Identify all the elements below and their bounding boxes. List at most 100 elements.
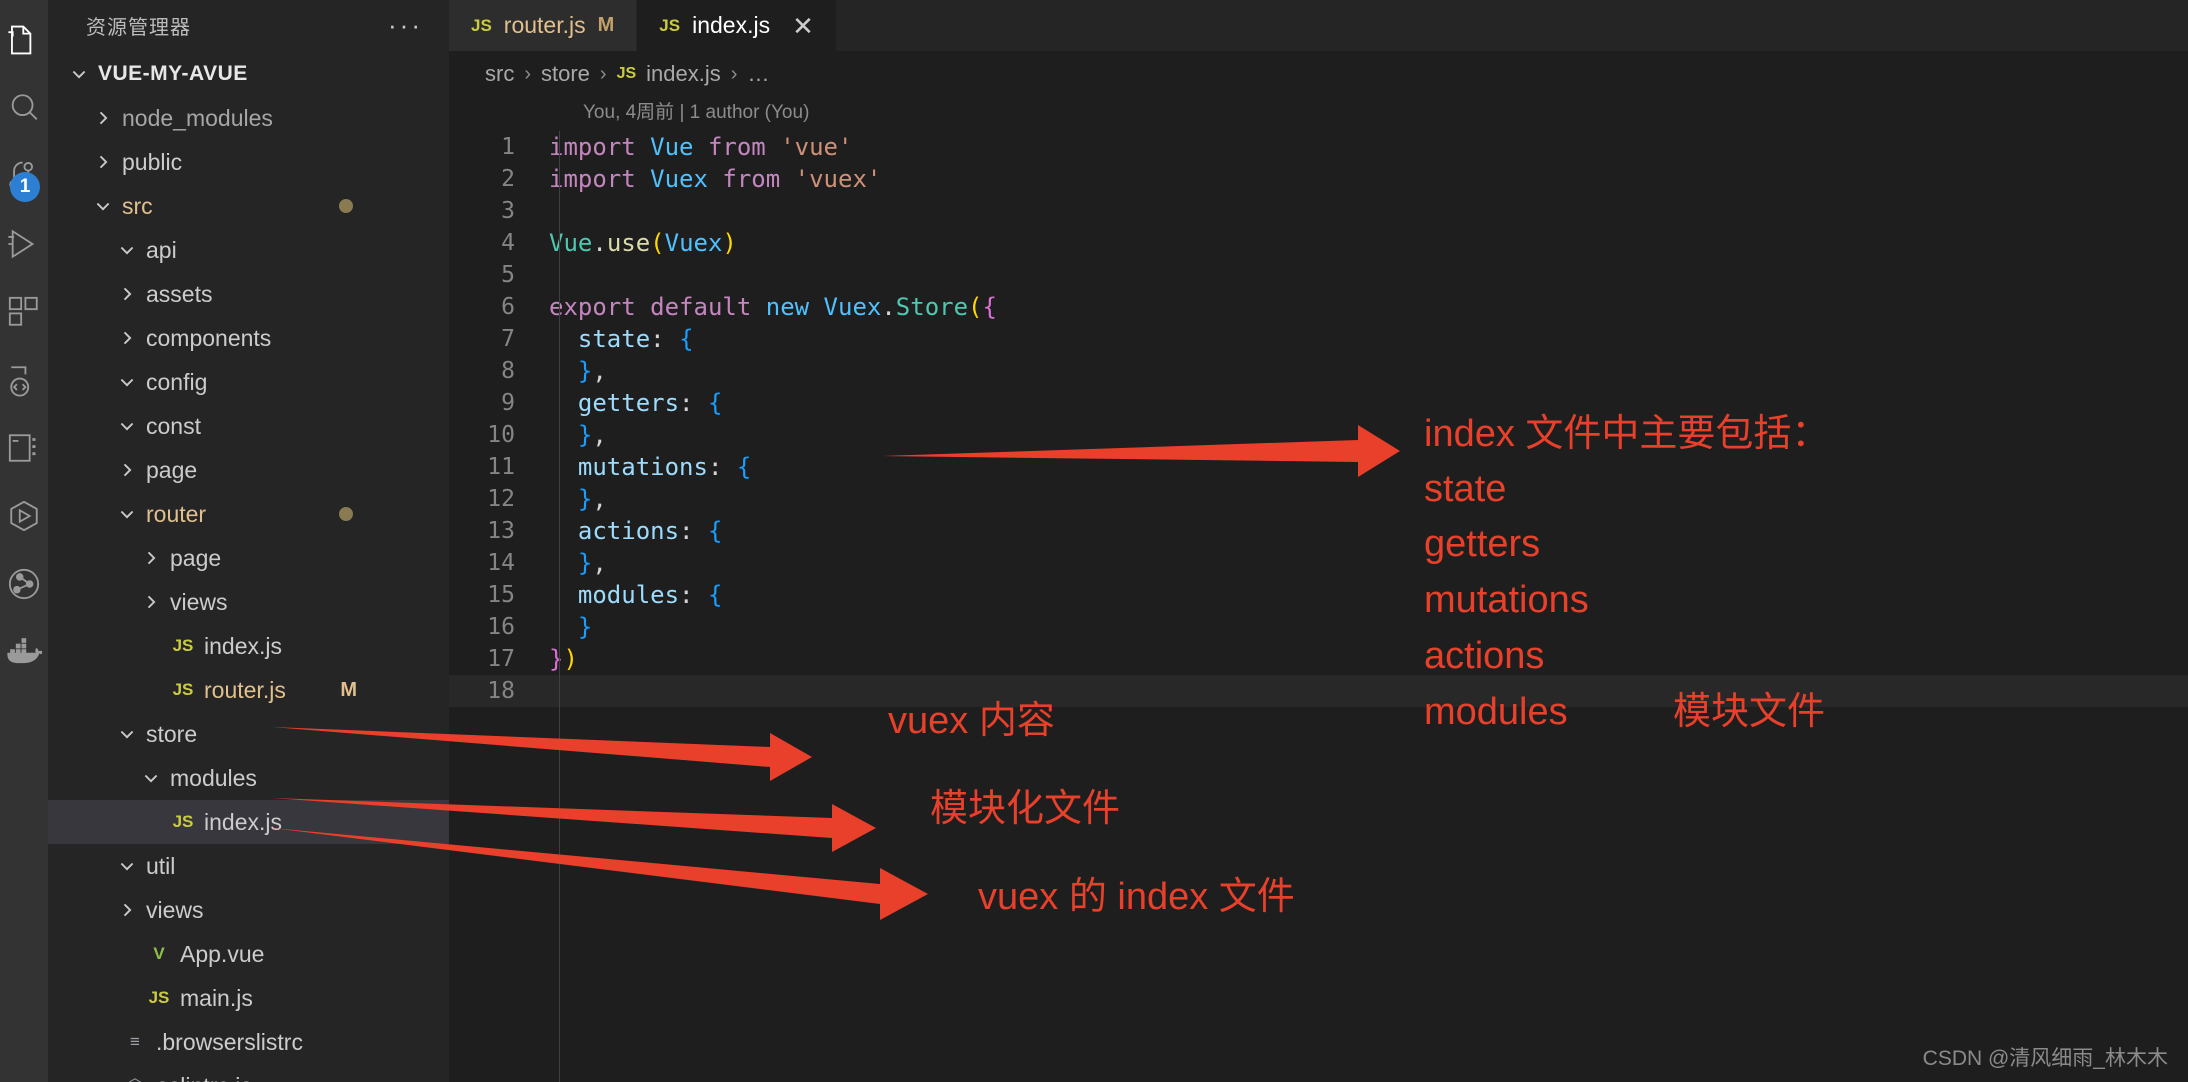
close-icon[interactable]: ✕	[792, 13, 814, 39]
more-actions-icon[interactable]: ···	[388, 12, 423, 38]
code-line[interactable]: 3	[449, 195, 2188, 227]
code-editor[interactable]: 1 import Vue from 'vue' 2 import Vuex from …	[449, 131, 2188, 1082]
code-line[interactable]: 8 },	[449, 355, 2188, 387]
tree-item-api[interactable]: api	[48, 228, 449, 272]
chevron-down-icon[interactable]	[136, 768, 166, 788]
code-token: :	[650, 325, 680, 353]
tree-item-eslintrc-js[interactable]: ⬡eslintrc.js	[48, 1064, 449, 1082]
code-line[interactable]: 14 },	[449, 547, 2188, 579]
docker-icon[interactable]	[0, 618, 48, 686]
code-line[interactable]: 2 import Vuex from 'vuex'	[449, 163, 2188, 195]
code-line[interactable]: 9 getters: {	[449, 387, 2188, 419]
chevron-right-icon[interactable]	[136, 548, 166, 568]
code-line[interactable]: 13 actions: {	[449, 515, 2188, 547]
line-number: 10	[487, 422, 515, 448]
chevron-right-icon[interactable]	[112, 328, 142, 348]
editor-tab-router-js[interactable]: JS router.js M	[449, 0, 638, 51]
chevron-right-icon[interactable]	[112, 900, 142, 920]
tree-item-router[interactable]: router	[48, 492, 449, 536]
tree-item-config[interactable]: config	[48, 360, 449, 404]
line-content: }	[549, 611, 592, 643]
tree-item--browserslistrc[interactable]: ≡ .browserslistrc	[48, 1020, 449, 1064]
chevron-right-icon[interactable]	[112, 284, 142, 304]
tree-item-main-js[interactable]: JS main.js	[48, 976, 449, 1020]
chevron-down-icon[interactable]	[112, 504, 142, 524]
code-token: modules	[549, 581, 680, 609]
editor-tabs[interactable]: JS router.js M JS index.js ✕	[449, 0, 2188, 51]
code-token: .	[881, 293, 896, 321]
chevron-down-icon[interactable]	[112, 724, 142, 744]
code-line[interactable]: 15 modules: {	[449, 579, 2188, 611]
tree-item-index-js[interactable]: JS index.js	[48, 800, 449, 844]
code-line[interactable]: 5	[449, 259, 2188, 291]
notebook-icon[interactable]	[0, 414, 48, 482]
tree-item-store[interactable]: store	[48, 712, 449, 756]
tree-item-app-vue[interactable]: V App.vue	[48, 932, 449, 976]
tree-item-views[interactable]: views	[48, 580, 449, 624]
editor-area: JS router.js M JS index.js ✕ src › store › JS inde…	[449, 0, 2188, 1082]
explorer-icon[interactable]	[0, 6, 48, 74]
breadcrumb-part[interactable]: store	[541, 61, 590, 87]
run-and-debug-icon[interactable]	[0, 210, 48, 278]
code-line[interactable]: 18	[449, 675, 2188, 707]
code-token: .	[592, 229, 607, 257]
chevron-down-icon[interactable]	[112, 416, 142, 436]
search-icon[interactable]	[0, 74, 48, 142]
code-token: new	[765, 293, 824, 321]
tree-item-util[interactable]: util	[48, 844, 449, 888]
annotation-modular-file: 模块化文件	[930, 788, 1121, 830]
code-line[interactable]: 17})	[449, 643, 2188, 675]
hexagon-play-icon[interactable]	[0, 482, 48, 550]
code-line[interactable]: 12 },	[449, 483, 2188, 515]
breadcrumb-part[interactable]: …	[747, 61, 769, 87]
chevron-right-icon[interactable]	[112, 460, 142, 480]
chevron-down-icon[interactable]	[64, 64, 94, 84]
code-token: Vuex	[823, 293, 882, 321]
chevron-down-icon[interactable]	[112, 372, 142, 392]
file-tree[interactable]: VUE-MY-AVUE node_modules public src api asset…	[48, 50, 449, 1082]
tree-item-views[interactable]: views	[48, 888, 449, 932]
tree-item-src[interactable]: src	[48, 184, 449, 228]
breadcrumb-part[interactable]: index.js	[646, 61, 721, 87]
code-line[interactable]: 1 import Vue from 'vue'	[449, 131, 2188, 163]
js-file-icon: JS	[148, 988, 170, 1007]
tree-item-const[interactable]: const	[48, 404, 449, 448]
chevron-down-icon[interactable]	[112, 856, 142, 876]
tree-item-page[interactable]: page	[48, 448, 449, 492]
tree-item-label: api	[146, 236, 177, 263]
tree-item-node-modules[interactable]: node_modules	[48, 96, 449, 140]
tree-item-components[interactable]: components	[48, 316, 449, 360]
tree-item-assets[interactable]: assets	[48, 272, 449, 316]
chevron-right-icon[interactable]	[136, 592, 166, 612]
code-token: }	[549, 357, 593, 385]
code-line[interactable]: 6 export default new Vuex.Store({	[449, 291, 2188, 323]
breadcrumb[interactable]: src › store › JS index.js ›…	[449, 51, 2188, 97]
code-line[interactable]: 7 state: {	[449, 323, 2188, 355]
code-token: Vuex	[650, 165, 723, 193]
chevron-down-icon[interactable]	[112, 240, 142, 260]
share-nodes-icon[interactable]	[0, 550, 48, 618]
chevron-down-icon[interactable]	[88, 196, 118, 216]
tree-item-public[interactable]: public	[48, 140, 449, 184]
code-line[interactable]: 16 }	[449, 611, 2188, 643]
tree-item-router-js[interactable]: JS router.js M	[48, 668, 449, 712]
tree-item-modules[interactable]: modules	[48, 756, 449, 800]
source-control-icon[interactable]: 1	[0, 142, 48, 210]
tree-item-page[interactable]: page	[48, 536, 449, 580]
breadcrumb-part[interactable]: src	[485, 61, 514, 87]
chevron-right-icon[interactable]	[88, 152, 118, 172]
explorer-sidebar: 资源管理器 ··· VUE-MY-AVUE node_modules public s…	[48, 0, 449, 1082]
tree-item-vue-my-avue[interactable]: VUE-MY-AVUE	[48, 52, 449, 96]
remote-explorer-icon[interactable]	[0, 346, 48, 414]
extensions-icon[interactable]	[0, 278, 48, 346]
line-number: 11	[487, 454, 515, 480]
js-file-icon: JS	[659, 15, 681, 35]
code-token: (	[968, 293, 983, 321]
tree-item-label: util	[146, 852, 176, 879]
code-line[interactable]: 10 },	[449, 419, 2188, 451]
code-line[interactable]: 11 mutations: {	[449, 451, 2188, 483]
tree-item-index-js[interactable]: JS index.js	[48, 624, 449, 668]
code-line[interactable]: 4 Vue.use(Vuex)	[449, 227, 2188, 259]
editor-tab-index-js[interactable]: JS index.js ✕	[637, 0, 837, 51]
chevron-right-icon[interactable]	[88, 108, 118, 128]
